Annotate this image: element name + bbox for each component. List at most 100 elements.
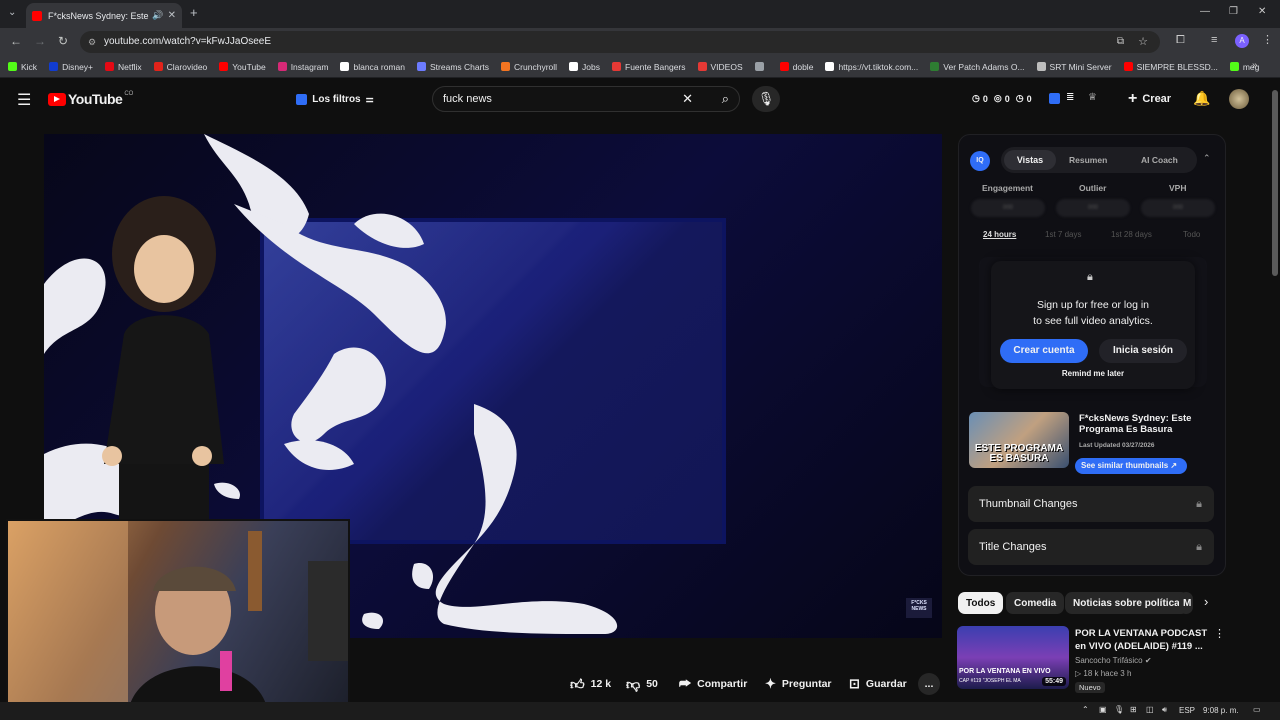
- remind-later-link[interactable]: Remind me later: [991, 369, 1195, 378]
- back-icon[interactable]: ←: [10, 34, 22, 48]
- tab-resumen[interactable]: Resumen: [1069, 155, 1107, 165]
- chip-partial[interactable]: M: [1179, 592, 1193, 614]
- new-tab-button[interactable]: +: [190, 5, 198, 20]
- bookmark-item[interactable]: blanca roman: [340, 62, 405, 72]
- audio-playing-icon[interactable]: 🔊: [152, 10, 163, 21]
- login-button[interactable]: Inicia sesión: [1099, 339, 1187, 363]
- chip-noticias[interactable]: Noticias sobre política: [1065, 592, 1188, 614]
- bookmark-item[interactable]: SIEMPRE BLESSD...: [1123, 62, 1218, 72]
- ask-button[interactable]: ✦ Preguntar: [765, 673, 832, 695]
- filters-button[interactable]: Los filtros ⚌: [292, 86, 378, 112]
- bookmark-item[interactable]: Ver Patch Adams O...: [930, 62, 1025, 72]
- range-7d[interactable]: 1st 7 days: [1045, 230, 1081, 239]
- lock-icon: 🔒︎: [1196, 541, 1202, 553]
- bookmark-item[interactable]: Jobs: [569, 62, 600, 72]
- bookmark-item[interactable]: Clarovideo: [153, 62, 207, 72]
- microphone-tray-icon[interactable]: 🎙: [1114, 705, 1124, 714]
- browser-menu-icon[interactable]: ⋮: [1262, 33, 1273, 46]
- account-avatar[interactable]: [1229, 89, 1249, 109]
- bookmark-star-icon[interactable]: ☆: [1138, 31, 1148, 53]
- bookmark-item[interactable]: https://vt.tiktok.com...: [825, 62, 918, 72]
- like-button[interactable]: 👍︎ 12 k: [570, 673, 611, 695]
- voice-search-button[interactable]: 🎙: [752, 86, 780, 112]
- volume-icon[interactable]: 🔊︎: [1162, 705, 1167, 715]
- menu-icon[interactable]: ☰: [17, 90, 31, 110]
- search-icon[interactable]: ⌕: [722, 87, 729, 111]
- language-indicator[interactable]: ESP: [1179, 706, 1195, 715]
- bookmark-item[interactable]: YouTube: [219, 62, 266, 72]
- network-icon[interactable]: ◫: [1146, 705, 1154, 714]
- range-24h[interactable]: 24 hours: [983, 230, 1016, 239]
- chip-todos[interactable]: Todos: [958, 592, 1004, 614]
- reload-icon[interactable]: ↻: [58, 34, 68, 48]
- recommendation-thumbnail[interactable]: POR LA VENTANA EN VIVO CAP #119 "JOSEPH …: [957, 626, 1069, 689]
- bookmark-item[interactable]: Streams Charts: [417, 62, 489, 72]
- header-counters[interactable]: ◷ 0 ◎ 0 ◷ 0: [972, 93, 1032, 104]
- tab-vistas[interactable]: Vistas: [1004, 150, 1056, 170]
- share-button[interactable]: ⮫ Compartir: [679, 673, 747, 695]
- range-all[interactable]: Todo: [1183, 230, 1200, 239]
- bookmark-item[interactable]: Crunchyroll: [501, 62, 557, 72]
- restore-button[interactable]: ❐: [1229, 6, 1238, 17]
- youtube-logo[interactable]: YouTube CO: [48, 91, 133, 107]
- create-button[interactable]: + Crear: [1128, 90, 1171, 108]
- bookmarks-overflow-icon[interactable]: »: [1252, 60, 1258, 71]
- dislike-button[interactable]: 👎︎ 50: [626, 673, 658, 695]
- save-button[interactable]: ⊡ Guardar: [849, 673, 907, 695]
- similar-thumbnails-button[interactable]: See similar thumbnails ↗: [1075, 458, 1187, 474]
- bookmark-item[interactable]: VIDEOS: [697, 62, 743, 72]
- bookmark-label: SRT Mini Server: [1049, 61, 1112, 72]
- page-scrollbar[interactable]: [1272, 90, 1278, 276]
- thumbnail-changes-row[interactable]: Thumbnail Changes 🔒︎: [968, 486, 1214, 522]
- signup-text-1: Sign up for free or log in: [1036, 299, 1150, 311]
- tab-active[interactable]: F*cksNews Sydney: Este Pr 🔊 ✕: [26, 3, 182, 28]
- bookmark-item[interactable]: Instagram: [277, 62, 328, 72]
- create-account-button[interactable]: Crear cuenta: [1000, 339, 1088, 363]
- profile-avatar[interactable]: A: [1235, 34, 1249, 48]
- tray-overflow-icon[interactable]: ⌃: [1082, 705, 1089, 714]
- tab-close-icon[interactable]: ✕: [168, 10, 176, 21]
- bookmark-item[interactable]: SRT Mini Server: [1036, 61, 1112, 72]
- rec-more-icon[interactable]: ⋮: [1214, 627, 1225, 640]
- bookmark-item[interactable]: Netflix: [105, 62, 142, 72]
- notification-center-icon[interactable]: ▭: [1253, 705, 1261, 714]
- tray-icon[interactable]: ▣: [1099, 705, 1107, 714]
- cast-icon[interactable]: ⧉: [1117, 31, 1124, 53]
- tray-icon[interactable]: ⊞: [1130, 705, 1137, 714]
- more-actions-button[interactable]: ...: [918, 673, 940, 695]
- bookmark-item[interactable]: Fuente Bangers: [612, 62, 686, 72]
- forward-icon[interactable]: →: [34, 34, 46, 48]
- media-control-icon[interactable]: ≡: [1211, 34, 1217, 46]
- search-input[interactable]: fuck news ✕ ⌕: [432, 86, 740, 112]
- tab-search-icon[interactable]: ⌄: [8, 7, 16, 18]
- clear-search-icon[interactable]: ✕: [682, 87, 693, 111]
- site-info-icon[interactable]: ⚙: [88, 31, 96, 53]
- notifications-bell-icon[interactable]: 🔔: [1193, 90, 1210, 107]
- trophy-icon[interactable]: ♕: [1088, 92, 1097, 103]
- title-changes-row[interactable]: Title Changes 🔒︎: [968, 529, 1214, 565]
- chips-next-icon[interactable]: ›: [1204, 594, 1208, 609]
- vidiq-icon[interactable]: [1049, 93, 1060, 104]
- video-thumbnail[interactable]: ESTE PROGRAMA ES BASURA: [969, 412, 1069, 468]
- bookmark-item[interactable]: Disney+: [49, 62, 93, 72]
- taskbar-clock[interactable]: 9:08 p. m.: [1203, 706, 1239, 715]
- extensions-icon[interactable]: ⧠: [1176, 34, 1185, 47]
- range-28d[interactable]: 1st 28 days: [1111, 230, 1152, 239]
- vidiq-icon: [296, 93, 308, 105]
- bookmark-label: doble: [792, 61, 814, 72]
- bookmark-item[interactable]: doble: [779, 61, 814, 72]
- minimize-button[interactable]: —: [1200, 6, 1210, 17]
- list-icon[interactable]: ≣: [1066, 92, 1074, 103]
- address-bar[interactable]: ⚙ youtube.com/watch?v=kFwJJaOseeE ⧉ ☆: [80, 31, 1160, 53]
- close-window-button[interactable]: ✕: [1258, 6, 1266, 17]
- collapse-icon[interactable]: ⌃: [1203, 153, 1211, 164]
- rec-channel[interactable]: Sancocho Trifásico ✔: [1075, 656, 1152, 665]
- rec-title[interactable]: POR LA VENTANA PODCAST en VIVO (ADELAIDE…: [1075, 627, 1215, 653]
- metric-outlier: Outlier: [1079, 183, 1107, 193]
- tab-ai-coach[interactable]: AI Coach: [1141, 155, 1178, 165]
- sliders-icon: ⚌: [365, 93, 374, 104]
- bookmark-item[interactable]: [754, 62, 768, 71]
- bookmark-label: Kick: [21, 61, 38, 72]
- bookmark-item[interactable]: Kick: [8, 62, 37, 72]
- chip-comedia[interactable]: Comedia: [1006, 592, 1065, 614]
